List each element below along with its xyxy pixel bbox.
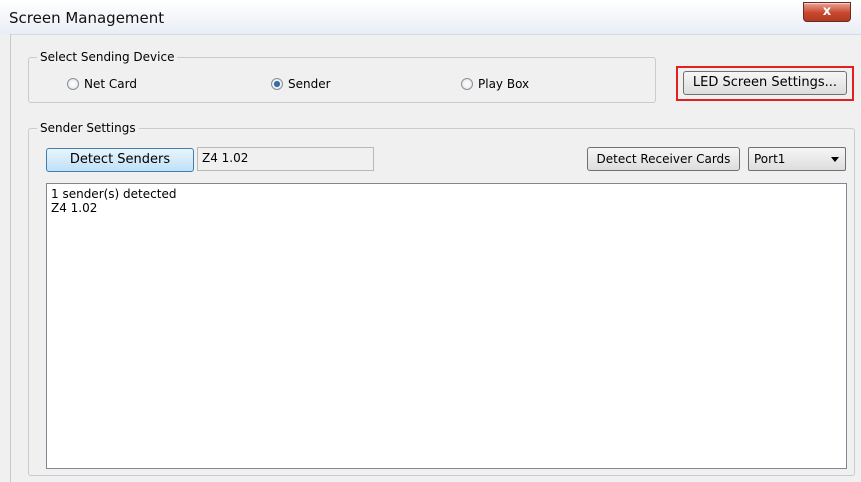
chevron-down-icon[interactable] [831, 157, 839, 162]
detect-receiver-cards-button[interactable]: Detect Receiver Cards [587, 147, 740, 171]
detect-senders-button[interactable]: Detect Senders [46, 148, 194, 172]
sending-device-group: Select Sending Device Net Card Sender Pl… [28, 50, 656, 103]
radio-net-card-indicator[interactable] [67, 78, 79, 90]
sender-settings-legend: Sender Settings [37, 121, 139, 135]
radio-play-box-indicator[interactable] [461, 78, 473, 90]
radio-play-box[interactable]: Play Box [461, 77, 529, 91]
sending-device-legend: Select Sending Device [37, 50, 178, 64]
screen-management-window: Screen Management x Select Sending Devic… [0, 0, 861, 482]
radio-sender[interactable]: Sender [271, 77, 331, 91]
title-bar: Screen Management x [0, 0, 861, 35]
radio-net-card-label: Net Card [84, 77, 137, 91]
log-line: Z4 1.02 [51, 201, 98, 215]
detected-device-field: Z4 1.02 [197, 147, 374, 171]
log-line: 1 sender(s) detected [51, 187, 177, 201]
led-screen-settings-button[interactable]: LED Screen Settings... [683, 71, 847, 95]
radio-sender-label: Sender [288, 77, 331, 91]
port-select[interactable]: Port1 [748, 147, 846, 171]
sender-log-textarea[interactable]: 1 sender(s) detected Z4 1.02 [46, 183, 847, 469]
close-button[interactable]: x [803, 2, 851, 22]
port-select-value: Port1 [754, 152, 786, 166]
radio-play-box-label: Play Box [478, 77, 530, 91]
radio-net-card[interactable]: Net Card [67, 77, 137, 91]
close-icon: x [822, 4, 832, 19]
window-title: Screen Management [9, 9, 165, 27]
radio-sender-indicator[interactable] [271, 78, 283, 90]
window-left-border [0, 34, 11, 482]
